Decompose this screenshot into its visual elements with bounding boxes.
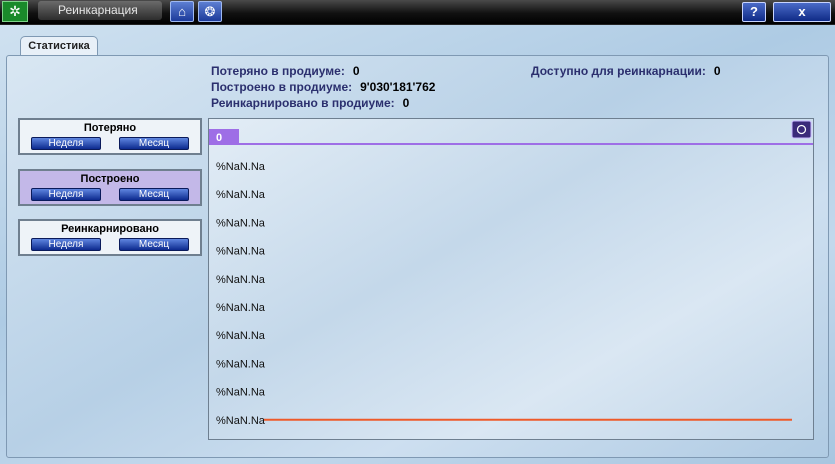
sidebar-item-title: Реинкарнировано — [61, 223, 159, 235]
value-box-label: 0 — [216, 132, 222, 144]
brain-icon[interactable]: ❂ — [198, 1, 222, 22]
y-tick-label: %NaN.Na — [216, 161, 266, 173]
stat-built-label: Построено в продиуме: — [211, 80, 353, 94]
sidebar-item-title: Построено — [80, 173, 140, 185]
y-tick-label: %NaN.Na — [216, 217, 266, 229]
app-logo-icon[interactable]: ✲ — [2, 1, 28, 22]
close-button[interactable]: x — [773, 2, 831, 22]
title-bar: ✲ Реинкарнация ⌂ ❂ ? x — [0, 0, 835, 25]
stat-built: Построено в продиуме: 9'030'181'762 — [211, 80, 435, 94]
y-tick-label: %NaN.Na — [216, 246, 266, 258]
sidebar-item-lost: Потеряно Неделя Месяц — [18, 118, 202, 155]
help-button[interactable]: ? — [742, 2, 766, 22]
home-icon[interactable]: ⌂ — [170, 1, 194, 22]
tab-statistics[interactable]: Статистика — [20, 36, 98, 56]
y-tick-label: %NaN.Na — [216, 358, 266, 370]
y-tick-label: %NaN.Na — [216, 387, 266, 399]
stat-reincarnated-label: Реинкарнировано в продиуме: — [211, 96, 395, 110]
week-button[interactable]: Неделя — [31, 137, 101, 150]
stat-lost: Потеряно в продиуме: 0 — [211, 64, 360, 78]
stat-reincarnated-value: 0 — [402, 96, 410, 110]
sidebar-item-title: Потеряно — [83, 122, 137, 134]
stat-lost-label: Потеряно в продиуме: — [211, 64, 345, 78]
sidebar-item-reincarnated: Реинкарнировано Неделя Месяц — [18, 219, 202, 256]
stat-available-value: 0 — [713, 64, 721, 78]
chart-svg: 0 %NaN.Na %NaN.Na %NaN.Na %NaN.Na %NaN.Na %NaN… — [209, 120, 813, 427]
sidebar-item-built: Построено Неделя Месяц — [18, 169, 202, 206]
window-title: Реинкарнация — [38, 1, 162, 20]
stat-lost-value: 0 — [352, 64, 360, 78]
value-box — [209, 129, 239, 144]
y-tick-label: %NaN.Na — [216, 330, 266, 342]
stat-reincarnated: Реинкарнировано в продиуме: 0 — [211, 96, 409, 110]
stat-built-value: 9'030'181'762 — [360, 80, 436, 94]
week-button[interactable]: Неделя — [31, 188, 101, 201]
month-button[interactable]: Месяц — [119, 188, 189, 201]
y-tick-label: %NaN.Na — [216, 274, 266, 286]
week-button[interactable]: Неделя — [31, 238, 101, 251]
month-button[interactable]: Месяц — [119, 137, 189, 150]
stat-available: Доступно для реинкарнации: 0 — [531, 64, 721, 78]
chart-settings-icon — [791, 120, 812, 139]
y-tick-label: %NaN.Na — [216, 302, 266, 314]
stat-available-label: Доступно для реинкарнации: — [531, 64, 706, 78]
y-tick-label: %NaN.Na — [216, 189, 266, 201]
y-tick-label: %NaN.Na — [216, 415, 266, 427]
month-button[interactable]: Месяц — [119, 238, 189, 251]
chart-area: 0 %NaN.Na %NaN.Na %NaN.Na %NaN.Na %NaN.Na %NaN… — [208, 118, 814, 440]
